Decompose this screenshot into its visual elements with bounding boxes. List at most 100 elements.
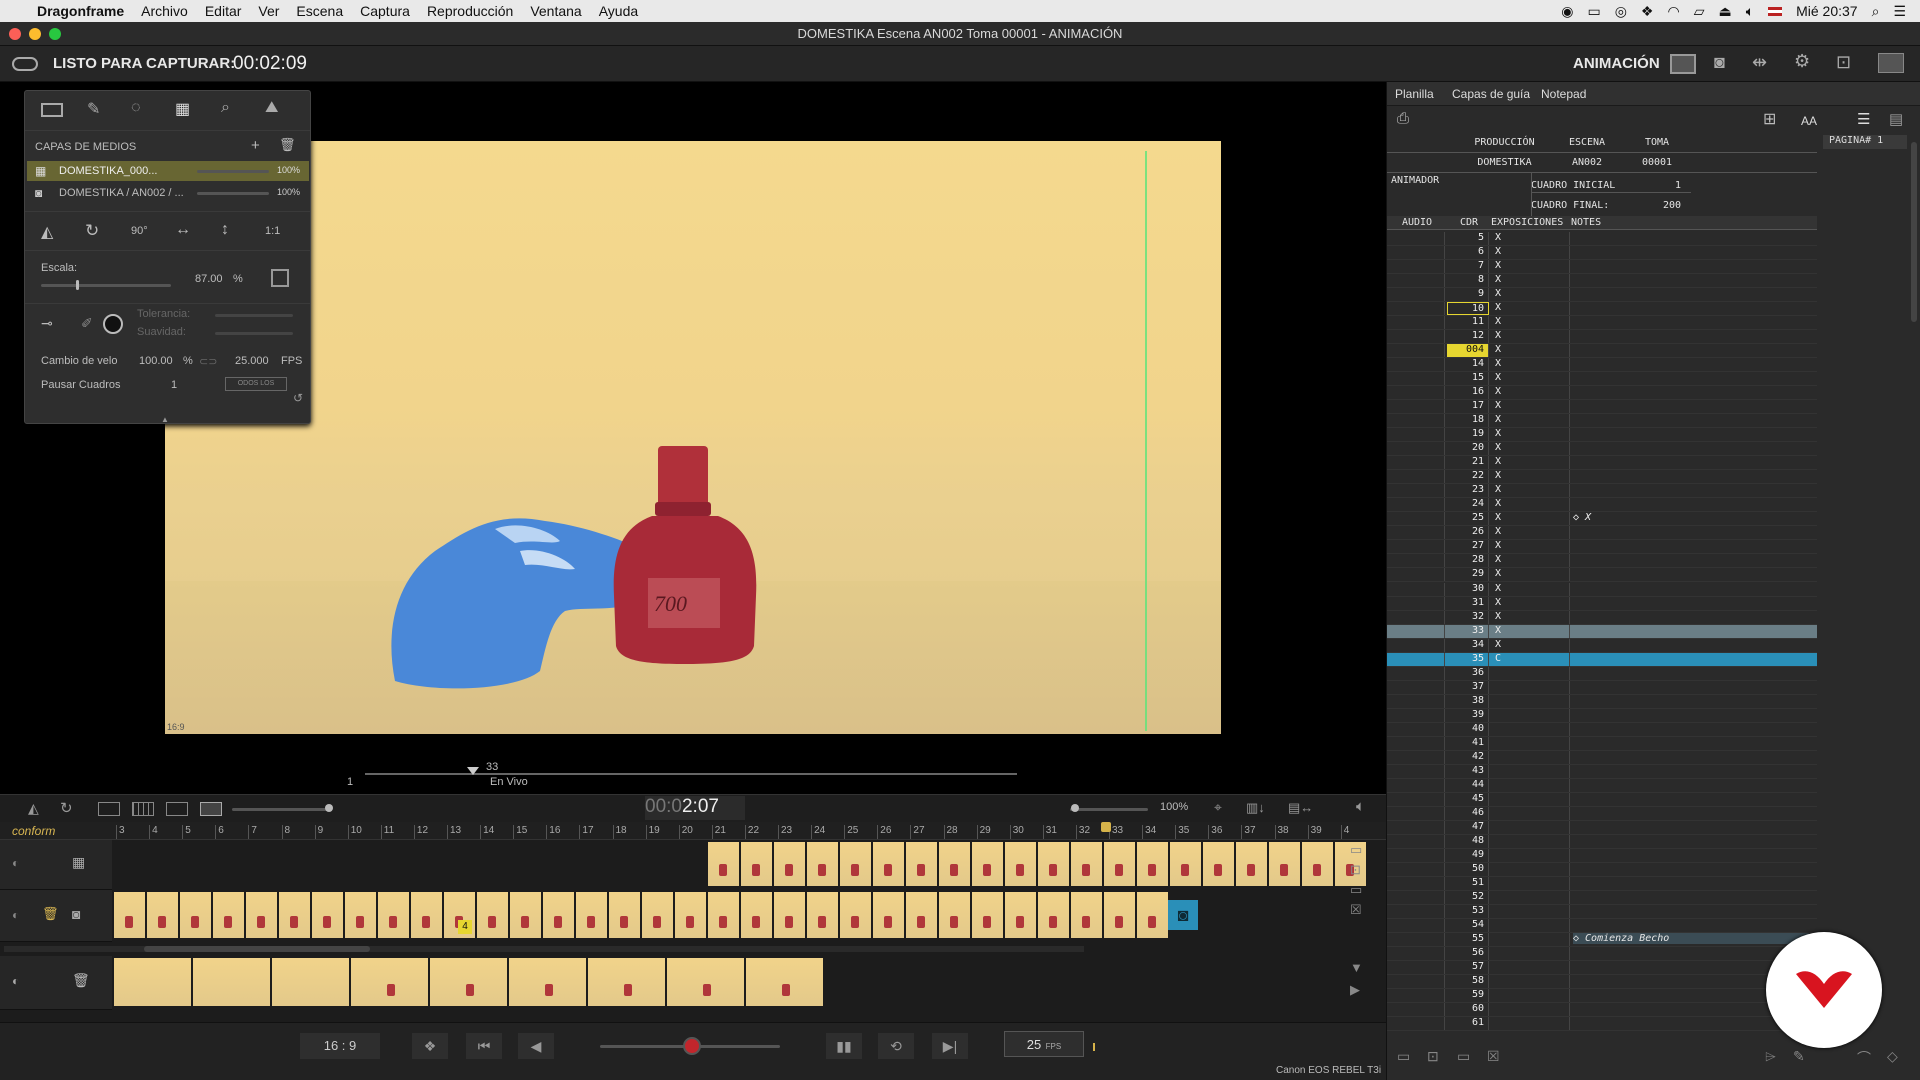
audio-cell[interactable] [1387,358,1445,372]
frame-number[interactable]: 41 [1447,736,1489,750]
crosshair-icon[interactable]: ⌖ [1214,799,1222,816]
collapse-down-icon[interactable]: ▼ [1350,960,1363,975]
frame-number[interactable]: 39 [1447,708,1489,722]
start-frame-value[interactable]: 1 [1667,180,1681,191]
layer-opacity-slider[interactable] [197,192,269,195]
audio-cell[interactable] [1387,834,1445,848]
audio-cell[interactable] [1387,302,1445,316]
guide-thumbnail[interactable] [588,958,665,1006]
frame-thumbnail[interactable] [1104,892,1135,938]
exposure-cell[interactable]: X [1495,386,1501,397]
loop-view-icon[interactable]: ↻ [60,799,73,817]
frame-thumbnail[interactable] [1038,842,1069,886]
frame-number[interactable]: 19 [1447,428,1489,442]
frame-number[interactable]: 55 [1447,933,1489,946]
close-button[interactable] [9,28,21,40]
frame-number[interactable]: 60 [1447,1003,1489,1017]
tab-planilla[interactable]: Planilla [1395,87,1434,101]
exposure-cell[interactable]: X [1495,583,1501,594]
fit-height-icon[interactable]: ↕ [221,221,229,239]
frame-number[interactable]: 53 [1447,904,1489,918]
audio-cell[interactable] [1387,918,1445,932]
frame-number[interactable]: 58 [1447,975,1489,989]
exposure-cell[interactable]: X [1495,302,1501,313]
camera-view-icon[interactable]: ◙ [1714,52,1725,73]
frame-thumbnail[interactable] [939,842,970,886]
audio-cell[interactable] [1387,526,1445,540]
audio-cell[interactable] [1387,498,1445,512]
visibility-icon[interactable]: ◐ [12,856,19,870]
audio-cell[interactable] [1387,975,1445,989]
exposure-cell[interactable]: X [1495,498,1501,509]
step-forward-icon[interactable]: ▶| [932,1033,968,1059]
frame-thumbnail[interactable] [609,892,640,938]
frame-thumbnail[interactable] [1269,842,1300,886]
frame-number[interactable]: 004 [1447,344,1489,358]
side-tool-icon[interactable]: ☒ [1350,902,1362,918]
sheet-row[interactable]: 24 X [1387,498,1817,513]
frame-thumbnail[interactable] [378,892,409,938]
frame-number[interactable]: 12 [1447,330,1489,344]
frame-thumbnail[interactable] [972,892,1003,938]
frame-number[interactable]: 57 [1447,961,1489,975]
production-value[interactable]: DOMESTIKA [1447,157,1562,168]
sheet-row[interactable]: 40 [1387,722,1817,737]
frame-thumbnail[interactable] [807,842,838,886]
ground-tool-icon[interactable]: ⛰ [265,99,278,117]
frame-thumbnail[interactable] [246,892,277,938]
audio-cell[interactable] [1387,386,1445,400]
frame-thumbnail[interactable] [840,842,871,886]
zoom-knob[interactable] [1071,804,1079,812]
frame-thumbnail[interactable] [1104,842,1135,886]
play-side-icon[interactable]: ▶ [1350,982,1360,998]
menu-archivo[interactable]: Archivo [141,3,188,19]
frame-number[interactable]: 48 [1447,834,1489,848]
horizontal-scrollbar[interactable] [4,946,1084,952]
frame-number[interactable]: 42 [1447,750,1489,764]
sheet-rows[interactable]: 5 X 6 X 7 X 8 X 9 X 10 X 11 X 12 X 004 X 14 X 15 X 16 X 17 X 18 X 19… [1387,232,1817,1072]
view-mode-icon[interactable] [98,802,120,816]
frame-number[interactable]: 25 [1447,512,1489,526]
sheet-tool-icon[interactable]: ☒ [1487,1048,1500,1065]
frame-number[interactable]: 36 [1447,666,1489,680]
add-layer-icon[interactable]: + [251,137,260,154]
menu-ayuda[interactable]: Ayuda [599,3,638,19]
exposure-cell[interactable]: X [1495,442,1501,453]
draw-tool-icon[interactable]: ✎ [87,99,100,119]
audio-cell[interactable] [1387,862,1445,876]
fps-value[interactable]: 25.000 [235,355,269,367]
exposure-cell[interactable]: X [1495,456,1501,467]
sheet-row[interactable]: 20 X [1387,442,1817,457]
audio-cell[interactable] [1387,288,1445,302]
audio-cell[interactable] [1387,316,1445,330]
layer-row-1[interactable]: ▦ DOMESTIKA_000... 100% [27,161,309,181]
tab-notepad[interactable]: Notepad [1541,87,1586,101]
audio-cell[interactable] [1387,820,1445,834]
sheet-row[interactable]: 29 X [1387,568,1817,583]
audio-cell[interactable] [1387,232,1445,245]
frame-thumbnail[interactable] [675,892,706,938]
sheet-row[interactable]: 32 X [1387,610,1817,625]
frame-number[interactable]: 17 [1447,400,1489,414]
scale-slider-knob[interactable] [76,280,79,290]
frame-number[interactable]: 32 [1447,610,1489,624]
sheet-row[interactable]: 39 [1387,708,1817,723]
frame-number[interactable]: 9 [1447,288,1489,302]
minimize-button[interactable] [29,28,41,40]
sheet-row[interactable]: 14 X [1387,358,1817,373]
frame-number[interactable]: 29 [1447,568,1489,582]
step-back-icon[interactable]: ◀ [518,1033,554,1059]
exposure-cell[interactable]: X [1495,554,1501,565]
audio-cell[interactable] [1387,512,1445,526]
sheet-scrollbar[interactable] [1911,142,1917,322]
frame-number[interactable]: 40 [1447,722,1489,736]
frame-thumbnail[interactable] [873,842,904,886]
frame-thumbnail[interactable] [1005,842,1036,886]
end-frame-value[interactable]: 200 [1649,200,1681,211]
audio-cell[interactable] [1387,708,1445,722]
frame-number[interactable]: 23 [1447,484,1489,498]
audio-cell[interactable] [1387,1003,1445,1017]
font-size-button[interactable]: AA [1801,114,1817,128]
frame-thumbnail[interactable] [774,892,805,938]
wifi-icon[interactable]: ◠ [1667,3,1679,20]
